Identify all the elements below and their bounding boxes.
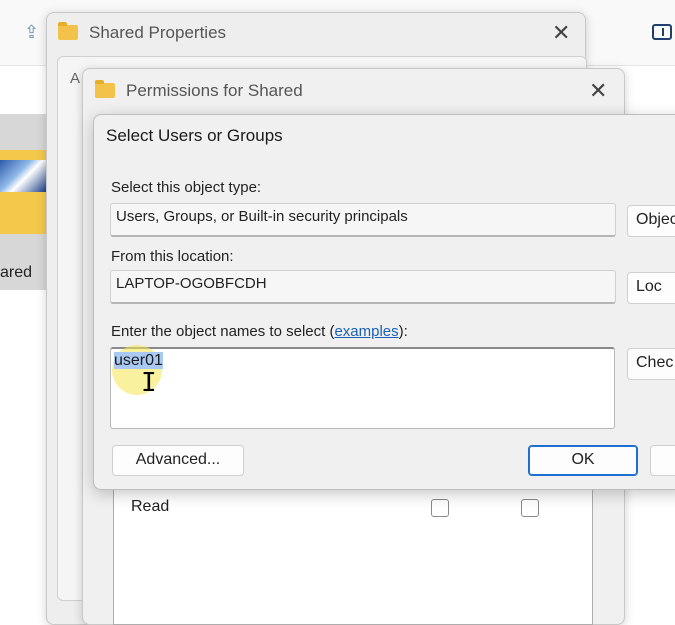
thumbnail-image — [0, 160, 46, 192]
shared-properties-tab-fragment: A — [70, 70, 81, 87]
object-types-button[interactable]: Objec — [627, 205, 675, 237]
close-icon[interactable]: ✕ — [552, 22, 570, 44]
permission-read-label: Read — [131, 498, 170, 515]
advanced-button[interactable]: Advanced... — [112, 445, 244, 476]
cancel-button[interactable] — [650, 445, 675, 476]
object-type-label: Select this object type: — [111, 179, 262, 196]
shared-properties-title: Shared Properties — [89, 23, 227, 42]
folder-icon — [58, 22, 78, 40]
details-pane-icon[interactable] — [652, 24, 672, 40]
select-users-title: Select Users or Groups — [106, 126, 283, 145]
object-names-label-suffix: ): — [398, 323, 408, 340]
read-allow-checkbox[interactable] — [431, 499, 449, 517]
folder-icon — [95, 80, 115, 98]
read-deny-checkbox[interactable] — [521, 499, 539, 517]
examples-link[interactable]: examples — [334, 323, 398, 340]
location-field: LAPTOP-OGOBFCDH — [110, 270, 616, 304]
object-names-input[interactable] — [110, 347, 615, 429]
object-names-label-prefix: Enter the object names to select ( — [111, 323, 335, 340]
object-type-value: Users, Groups, or Built-in security prin… — [116, 208, 408, 225]
object-names-label: Enter the object names to select (exampl… — [111, 323, 408, 340]
permissions-title: Permissions for Shared — [126, 81, 303, 100]
text-cursor-icon: I — [141, 368, 157, 398]
share-icon[interactable]: ⇪ — [24, 22, 44, 42]
location-value: LAPTOP-OGOBFCDH — [116, 275, 267, 292]
thumbnail-label[interactable]: ared — [0, 264, 32, 282]
close-icon[interactable]: ✕ — [589, 80, 607, 102]
object-type-field: Users, Groups, or Built-in security prin… — [110, 203, 616, 237]
check-names-button[interactable]: Chec — [627, 348, 675, 380]
object-names-selection: user01 — [114, 352, 163, 369]
location-label: From this location: — [111, 248, 234, 265]
locations-button[interactable]: Loc — [627, 272, 675, 304]
ok-button[interactable]: OK — [528, 445, 638, 476]
